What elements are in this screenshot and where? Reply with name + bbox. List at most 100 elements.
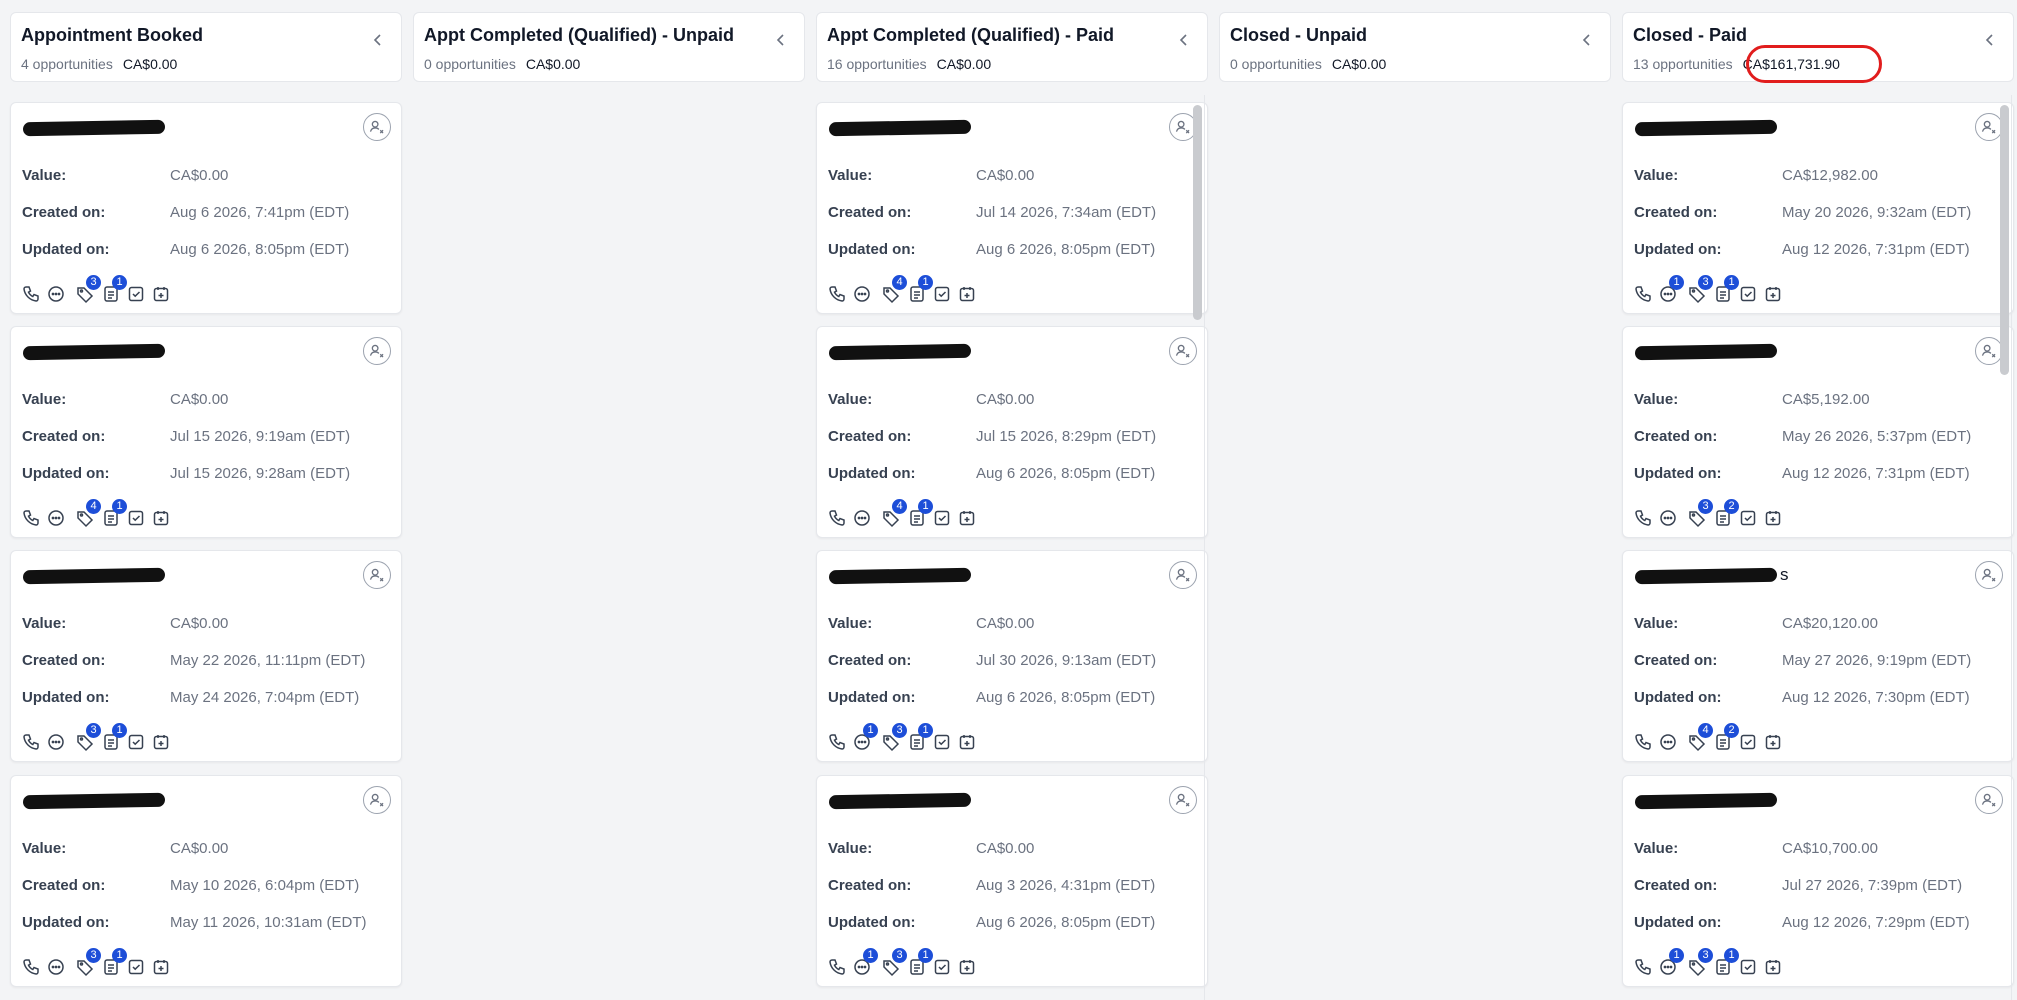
opportunity-card[interactable]: Value: CA$0.00 Created on: Jul 30 2026, 9:1… — [816, 550, 1208, 762]
chat-icon[interactable] — [852, 508, 872, 528]
assign-user-icon[interactable] — [1975, 113, 2003, 141]
chat-icon[interactable] — [1658, 508, 1678, 528]
note-icon[interactable]: 1 — [101, 948, 127, 977]
assign-user-icon[interactable] — [363, 786, 391, 814]
opportunity-card[interactable]: Value: CA$0.00 Created on: Aug 6 2026, 7:41… — [10, 102, 402, 314]
task-check-icon[interactable] — [126, 284, 146, 304]
opportunity-card[interactable]: Value: CA$0.00 Created on: May 10 2026, 6:0… — [10, 775, 402, 987]
note-icon[interactable]: 2 — [1713, 723, 1739, 752]
chat-icon[interactable] — [852, 284, 872, 304]
phone-icon[interactable] — [827, 508, 847, 528]
opportunity-card[interactable]: Value: CA$0.00 Created on: May 22 2026, 11:… — [10, 550, 402, 762]
task-check-icon[interactable] — [126, 957, 146, 977]
opportunity-card[interactable]: Value: CA$0.00 Created on: Aug 3 2026, 4:31… — [816, 775, 1208, 987]
task-check-icon[interactable] — [1738, 284, 1758, 304]
tag-icon[interactable]: 3 — [881, 948, 907, 977]
assign-user-icon[interactable] — [1975, 786, 2003, 814]
assign-user-icon[interactable] — [1975, 337, 2003, 365]
assign-user-icon[interactable] — [1169, 561, 1197, 589]
note-icon[interactable]: 1 — [907, 723, 933, 752]
assign-user-icon[interactable] — [363, 561, 391, 589]
opportunity-card[interactable]: Value: CA$12,982.00 Created on: May 20 2026… — [1622, 102, 2014, 314]
chevron-left-icon[interactable] — [1981, 31, 1999, 49]
calendar-add-icon[interactable] — [957, 732, 977, 752]
assign-user-icon[interactable] — [363, 113, 391, 141]
chat-icon[interactable]: 1 — [1658, 275, 1684, 304]
assign-user-icon[interactable] — [1169, 337, 1197, 365]
opportunity-card[interactable]: Value: CA$0.00 Created on: Jul 14 2026, 7:3… — [816, 102, 1208, 314]
task-check-icon[interactable] — [1738, 957, 1758, 977]
phone-icon[interactable] — [21, 284, 41, 304]
opportunity-card[interactable]: s Value: CA$20,120.00 Created on: May 27 202… — [1622, 550, 2014, 762]
opportunity-card[interactable]: Value: CA$0.00 Created on: Jul 15 2026, 9:1… — [10, 326, 402, 538]
opportunity-card[interactable]: Value: CA$10,700.00 Created on: Jul 27 2026… — [1622, 775, 2014, 987]
chevron-left-icon[interactable] — [1175, 31, 1193, 49]
chat-icon[interactable] — [46, 732, 66, 752]
chevron-left-icon[interactable] — [772, 31, 790, 49]
chat-icon[interactable] — [46, 508, 66, 528]
assign-user-icon[interactable] — [363, 337, 391, 365]
calendar-add-icon[interactable] — [151, 732, 171, 752]
task-check-icon[interactable] — [932, 508, 952, 528]
note-icon[interactable]: 1 — [101, 499, 127, 528]
tag-icon[interactable]: 3 — [1687, 275, 1713, 304]
opportunity-card[interactable]: Value: CA$5,192.00 Created on: May 26 2026,… — [1622, 326, 2014, 538]
note-icon[interactable]: 1 — [1713, 275, 1739, 304]
phone-icon[interactable] — [827, 732, 847, 752]
calendar-add-icon[interactable] — [957, 284, 977, 304]
tag-icon[interactable]: 3 — [1687, 499, 1713, 528]
note-icon[interactable]: 1 — [907, 275, 933, 304]
note-icon[interactable]: 1 — [101, 723, 127, 752]
phone-icon[interactable] — [1633, 508, 1653, 528]
chevron-left-icon[interactable] — [369, 31, 387, 49]
tag-icon[interactable]: 3 — [75, 948, 101, 977]
calendar-add-icon[interactable] — [1763, 957, 1783, 977]
note-icon[interactable]: 1 — [101, 275, 127, 304]
task-check-icon[interactable] — [126, 508, 146, 528]
chat-icon[interactable] — [1658, 732, 1678, 752]
phone-icon[interactable] — [1633, 732, 1653, 752]
note-icon[interactable]: 1 — [907, 499, 933, 528]
tag-icon[interactable]: 4 — [75, 499, 101, 528]
tag-icon[interactable]: 4 — [881, 499, 907, 528]
chat-icon[interactable] — [46, 957, 66, 977]
task-check-icon[interactable] — [1738, 508, 1758, 528]
vertical-scrollbar[interactable] — [2000, 105, 2009, 375]
assign-user-icon[interactable] — [1975, 561, 2003, 589]
phone-icon[interactable] — [21, 508, 41, 528]
tag-icon[interactable]: 4 — [881, 275, 907, 304]
calendar-add-icon[interactable] — [151, 284, 171, 304]
task-check-icon[interactable] — [932, 732, 952, 752]
phone-icon[interactable] — [1633, 957, 1653, 977]
phone-icon[interactable] — [827, 957, 847, 977]
assign-user-icon[interactable] — [1169, 786, 1197, 814]
calendar-add-icon[interactable] — [151, 957, 171, 977]
phone-icon[interactable] — [21, 957, 41, 977]
calendar-add-icon[interactable] — [957, 957, 977, 977]
chevron-left-icon[interactable] — [1578, 31, 1596, 49]
phone-icon[interactable] — [1633, 284, 1653, 304]
vertical-scrollbar[interactable] — [1193, 105, 1202, 320]
calendar-add-icon[interactable] — [151, 508, 171, 528]
calendar-add-icon[interactable] — [1763, 732, 1783, 752]
tag-icon[interactable]: 3 — [881, 723, 907, 752]
tag-icon[interactable]: 3 — [75, 275, 101, 304]
note-icon[interactable]: 1 — [907, 948, 933, 977]
tag-icon[interactable]: 4 — [1687, 723, 1713, 752]
calendar-add-icon[interactable] — [1763, 508, 1783, 528]
phone-icon[interactable] — [21, 732, 41, 752]
chat-icon[interactable]: 1 — [852, 948, 878, 977]
tag-icon[interactable]: 3 — [1687, 948, 1713, 977]
chat-icon[interactable]: 1 — [852, 723, 878, 752]
chat-icon[interactable]: 1 — [1658, 948, 1684, 977]
note-icon[interactable]: 1 — [1713, 948, 1739, 977]
task-check-icon[interactable] — [932, 957, 952, 977]
task-check-icon[interactable] — [932, 284, 952, 304]
chat-icon[interactable] — [46, 284, 66, 304]
task-check-icon[interactable] — [126, 732, 146, 752]
calendar-add-icon[interactable] — [1763, 284, 1783, 304]
note-icon[interactable]: 2 — [1713, 499, 1739, 528]
calendar-add-icon[interactable] — [957, 508, 977, 528]
tag-icon[interactable]: 3 — [75, 723, 101, 752]
phone-icon[interactable] — [827, 284, 847, 304]
